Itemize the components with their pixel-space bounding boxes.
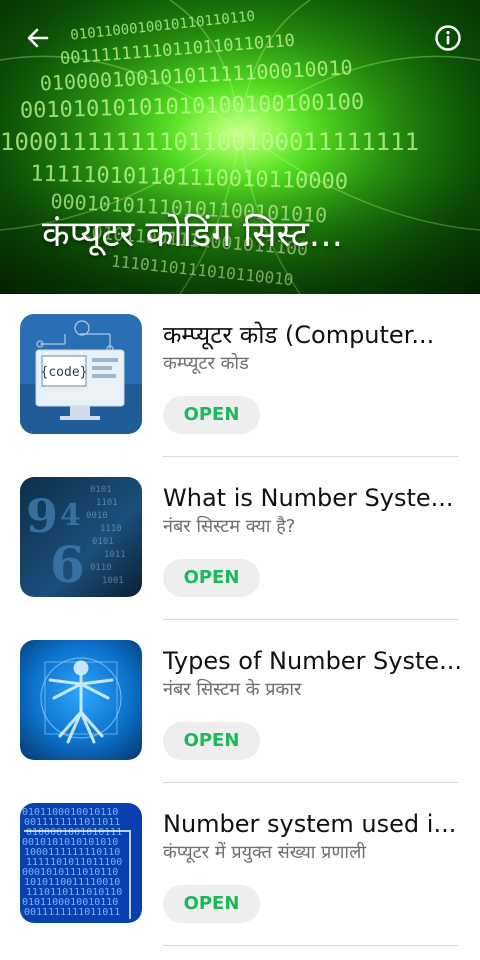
page-title: कंप्यूटर कोडिंग सिस्ट... xyxy=(42,214,344,255)
list-item[interactable]: {code} कम्प्यूटर कोड (Computer... कम्प्य… xyxy=(0,294,480,457)
open-button[interactable]: OPEN xyxy=(163,722,260,760)
item-title: What is Number Syste... xyxy=(163,484,454,512)
svg-text:0010: 0010 xyxy=(86,511,108,521)
svg-text:6: 6 xyxy=(50,535,85,594)
svg-text:1001: 1001 xyxy=(102,576,124,586)
item-subtitle: नंबर सिस्टम क्या है? xyxy=(163,516,296,537)
info-button[interactable] xyxy=(432,22,464,54)
item-title: कम्प्यूटर कोड (Computer... xyxy=(163,321,435,349)
list-item[interactable]: 0101100010010110 0011111111011011 01000010… xyxy=(0,783,480,946)
item-title: Number system used i... xyxy=(163,810,457,838)
lesson-list: {code} कम्प्यूटर कोड (Computer... कम्प्य… xyxy=(0,294,480,946)
item-subtitle: नंबर सिस्टम के प्रकार xyxy=(163,679,302,700)
types-number-system-thumbnail xyxy=(20,640,142,760)
back-button[interactable] xyxy=(22,22,54,54)
info-circle-icon xyxy=(435,25,461,51)
svg-text:0101: 0101 xyxy=(90,485,112,495)
open-button[interactable]: OPEN xyxy=(163,885,260,923)
svg-text:0101: 0101 xyxy=(92,537,114,547)
list-item[interactable]: Types of Number Syste... नंबर सिस्टम के … xyxy=(0,620,480,783)
item-title: Types of Number Syste... xyxy=(163,647,463,675)
item-subtitle: कम्प्यूटर कोड xyxy=(163,353,249,374)
computer-code-thumbnail: {code} xyxy=(20,314,142,434)
list-item[interactable]: 0101 1101 0010 1110 0101 1011 0110 1001 9 6 4… xyxy=(0,457,480,620)
svg-text:0110: 0110 xyxy=(90,563,112,573)
open-button[interactable]: OPEN xyxy=(163,559,260,597)
open-button[interactable]: OPEN xyxy=(163,396,260,434)
arrow-left-icon xyxy=(27,28,49,48)
number-system-thumbnail: 0101 1101 0010 1110 0101 1011 0110 1001 9 6 4 xyxy=(20,477,142,597)
thumb-code-label: {code} xyxy=(41,365,88,380)
divider xyxy=(163,945,458,946)
item-subtitle: कंप्यूटर में प्रयुक्त संख्या प्रणाली xyxy=(163,842,366,863)
svg-text:1110: 1110 xyxy=(100,524,122,534)
computer-number-system-thumbnail: 0101100010010110 0011111111011011 01000010… xyxy=(20,803,142,923)
header-banner: 0101100010010110110110001111111101101101… xyxy=(0,0,480,294)
svg-text:1011: 1011 xyxy=(104,550,126,560)
svg-text:1101: 1101 xyxy=(96,498,118,508)
thumb-binary-row: 0011111111011011 xyxy=(24,907,120,918)
svg-text:4: 4 xyxy=(60,498,81,533)
